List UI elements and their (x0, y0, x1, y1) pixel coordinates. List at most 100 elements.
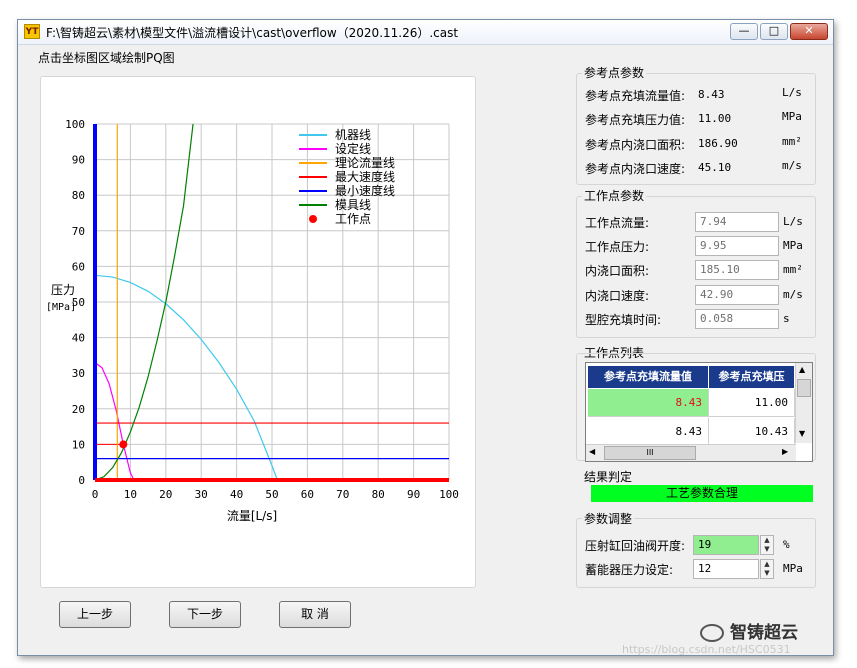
prev-button[interactable]: 上一步 (59, 601, 131, 628)
spin-down-icon[interactable]: ▼ (761, 569, 773, 578)
legend-label: 理论流量线 (335, 156, 395, 170)
x-tick-label: 30 (195, 488, 208, 501)
spin-up-icon[interactable]: ▲ (761, 560, 773, 569)
adjust-label: 蓄能器压力设定: (585, 563, 674, 577)
spin-buttons[interactable]: ▲ ▼ (760, 535, 774, 555)
series-line-2 (95, 362, 135, 480)
work-param-label: 型腔充填时间: (585, 313, 662, 327)
watermark-url: https://blog.csdn.net/HSC0531 (622, 643, 791, 656)
ref-param-value: 8.43 (698, 88, 725, 101)
work-param-unit: MPa (783, 239, 803, 252)
y-axis-label: 压力 (51, 283, 75, 297)
scroll-down-icon[interactable]: ▼ (799, 429, 805, 438)
scroll-thumb[interactable] (797, 379, 811, 397)
ref-param-unit: MPa (782, 110, 802, 123)
legend-label: 工作点 (335, 212, 371, 226)
adjust-unit: MPa (783, 562, 803, 575)
x-tick-label: 80 (372, 488, 385, 501)
legend-point-swatch (309, 215, 317, 223)
ref-param-label: 参考点内浇口面积: (585, 138, 686, 152)
scroll-left-icon[interactable]: ◀ (589, 447, 595, 456)
y-tick-label: 100 (65, 118, 85, 131)
ref-param-label: 参考点内浇口速度: (585, 162, 686, 176)
scroll-thumb-h[interactable]: III (604, 446, 696, 460)
ref-param-unit: m/s (782, 159, 802, 172)
legend-label: 最大速度线 (335, 169, 395, 184)
x-tick-label: 0 (92, 488, 99, 501)
legend-label: 设定线 (335, 141, 371, 156)
y-tick-label: 30 (72, 367, 85, 380)
adjust-unit: % (783, 538, 790, 551)
maximize-icon[interactable]: □ (760, 23, 788, 40)
work-param-unit: mm² (783, 263, 803, 276)
spin-up-icon[interactable]: ▲ (761, 536, 773, 545)
adjust-title: 参数调整 (582, 510, 635, 527)
legend-label: 最小速度线 (335, 183, 395, 198)
vertical-scrollbar[interactable]: ▲ ▼ (795, 363, 812, 443)
ref-param-unit: mm² (782, 135, 802, 148)
pq-chart[interactable]: 0 10 20 30 40 50 60 70 80 90 100010203040506070809… (41, 77, 475, 587)
ref-param-label: 参考点充填流量值: (585, 89, 686, 103)
y-tick-label: 10 (72, 438, 85, 451)
work-list-table[interactable]: 参考点充填流量值 参考点充填压 8.43 11.00 8.43 10.43 ▲ … (585, 362, 813, 462)
x-tick-label: 20 (159, 488, 172, 501)
ref-param-value: 11.00 (698, 112, 732, 125)
ref-param-label: 参考点充填压力值: (585, 113, 686, 127)
y-tick-label: 80 (72, 189, 85, 202)
minimize-icon[interactable]: — (730, 23, 758, 40)
result-title: 结果判定 (582, 468, 635, 485)
adjust-field[interactable]: 12 (693, 559, 759, 579)
ref-param-unit: L/s (782, 86, 802, 99)
y-tick-label: 0 (78, 474, 85, 487)
work-param-label: 内浇口速度: (585, 289, 650, 303)
work-param-field[interactable]: 185.10 (695, 260, 779, 280)
work-param-field[interactable]: 9.95 (695, 236, 779, 256)
work-param-field[interactable]: 42.90 (695, 285, 779, 305)
x-tick-label: 10 (124, 488, 137, 501)
wechat-icon (700, 624, 724, 642)
scroll-right-icon[interactable]: ▶ (782, 447, 788, 456)
table-cell[interactable]: 8.43 (588, 389, 709, 417)
column-header-pressure[interactable]: 参考点充填压 (709, 366, 795, 388)
app-icon: YT (24, 24, 40, 39)
x-tick-label: 70 (336, 488, 349, 501)
close-icon[interactable]: ✕ (790, 23, 828, 40)
next-button[interactable]: 下一步 (169, 601, 241, 628)
title-bar: YT F:\智铸超云\素材\模型文件\溢流槽设计\cast\overflow（2… (18, 20, 833, 45)
scroll-up-icon[interactable]: ▲ (799, 365, 805, 374)
work-param-label: 工作点流量: (585, 216, 650, 230)
spin-buttons[interactable]: ▲ ▼ (760, 559, 774, 579)
work-params-title: 工作点参数 (582, 187, 647, 204)
work-param-field[interactable]: 0.058 (695, 309, 779, 329)
plot-hint: 点击坐标图区域绘制PQ图 (38, 51, 175, 65)
table-cell[interactable]: 8.43 (588, 418, 709, 446)
spin-down-icon[interactable]: ▼ (761, 545, 773, 554)
window-title: F:\智铸超云\素材\模型文件\溢流槽设计\cast\overflow（2020… (46, 26, 459, 40)
x-tick-label: 40 (230, 488, 243, 501)
ref-param-value: 45.10 (698, 161, 732, 174)
x-tick-label: 100 (439, 488, 459, 501)
work-point-marker[interactable] (119, 440, 128, 449)
result-status: 工艺参数合理 (591, 485, 813, 502)
adjust-label: 压射缸回油阀开度: (585, 539, 686, 553)
work-param-label: 内浇口面积: (585, 264, 650, 278)
watermark-brand: 智铸超云 (700, 618, 798, 643)
cancel-button[interactable]: 取 消 (279, 601, 351, 628)
pq-chart-panel[interactable]: 0 10 20 30 40 50 60 70 80 90 100 0 10 20 30 40 50 60 70 80 9… (40, 76, 476, 588)
y-tick-label: 40 (72, 332, 85, 345)
ref-params-title: 参考点参数 (582, 64, 647, 81)
horizontal-scrollbar[interactable]: ◀ III ▶ (586, 444, 796, 461)
adjust-field[interactable]: 19 (693, 535, 759, 555)
table-cell[interactable]: 10.43 (709, 418, 795, 446)
y-tick-label: 90 (72, 154, 85, 167)
table-cell[interactable]: 11.00 (709, 389, 795, 417)
y-tick-label: 20 (72, 403, 85, 416)
x-tick-label: 90 (407, 488, 420, 501)
ref-param-value: 186.90 (698, 137, 738, 150)
work-param-unit: L/s (783, 215, 803, 228)
column-header-flow[interactable]: 参考点充填流量值 (588, 366, 709, 388)
legend-label: 机器线 (335, 128, 371, 142)
legend-label: 模具线 (335, 198, 371, 212)
x-tick-label: 50 (265, 488, 278, 501)
work-param-field[interactable]: 7.94 (695, 212, 779, 232)
